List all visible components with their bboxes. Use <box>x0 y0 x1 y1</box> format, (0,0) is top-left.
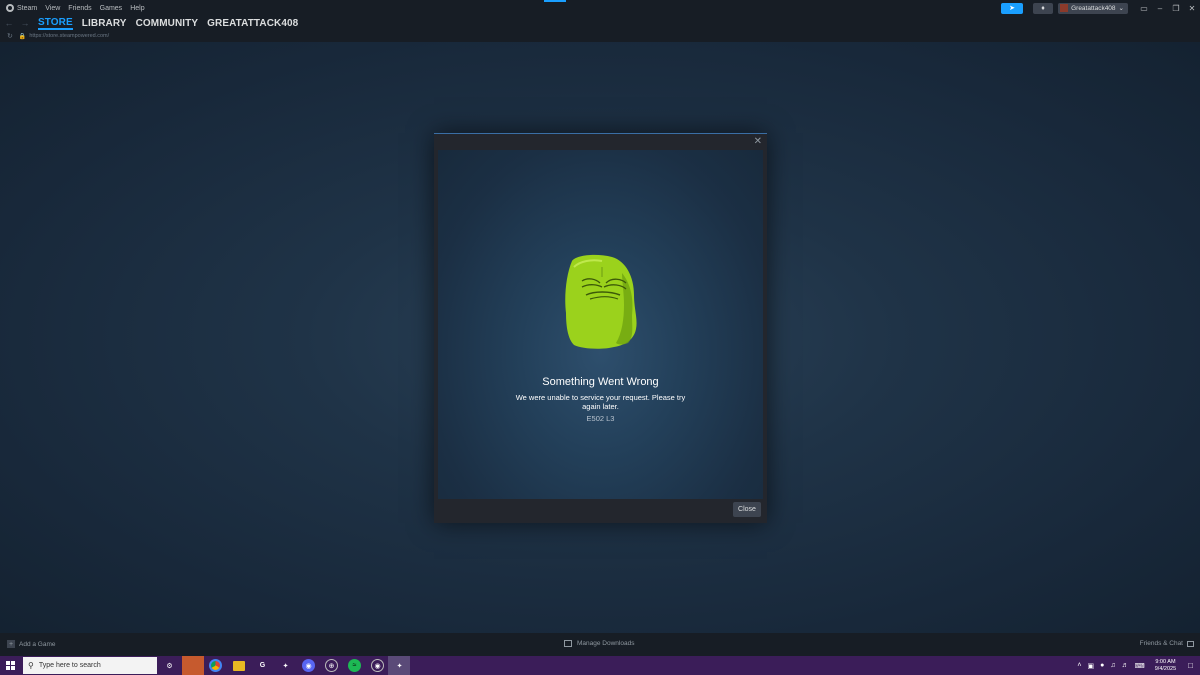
menu-friends[interactable]: Friends <box>68 5 91 12</box>
keyboard-icon[interactable]: ⌨ <box>1135 662 1145 670</box>
volume-icon[interactable]: ♬ <box>1122 662 1129 669</box>
close-window-icon[interactable]: ✕ <box>1184 4 1200 13</box>
minimize-icon[interactable]: – <box>1152 4 1168 13</box>
action-center-icon[interactable]: □ <box>1188 661 1193 670</box>
error-dialog: ✕ Something Went Wrong We were unable to… <box>434 133 767 523</box>
add-game-label: Add a Game <box>19 640 56 648</box>
tab-profile[interactable]: GREATATTACK408 <box>207 18 298 29</box>
steam-bottombar: + Add a Game Manage Downloads Friends & … <box>0 633 1200 656</box>
bell-icon: ♦ <box>1041 4 1045 12</box>
windows-start-icon[interactable] <box>6 661 15 670</box>
avatar <box>1060 4 1069 12</box>
downloads-icon <box>564 640 572 647</box>
plus-icon: + <box>7 640 15 648</box>
maximize-icon[interactable]: ❐ <box>1168 4 1184 13</box>
search-icon: ⚲ <box>28 661 34 670</box>
close-button[interactable]: Close <box>733 502 761 517</box>
friends-chat-label: Friends & Chat <box>1139 640 1183 647</box>
clock-date: 9/4/2025 <box>1154 665 1177 672</box>
sad-mascot-icon <box>565 254 637 349</box>
steam-taskbar-icon[interactable]: ✦ <box>393 659 406 672</box>
friends-chat-button[interactable]: Friends & Chat <box>1140 640 1194 647</box>
chevron-down-icon: ⌄ <box>1118 5 1124 12</box>
headset-icon[interactable]: ♫ <box>1110 662 1115 669</box>
chrome-icon[interactable] <box>209 659 222 672</box>
notifications-button[interactable]: ♦ <box>1033 2 1054 14</box>
error-code: E502 L3 <box>586 414 615 423</box>
manage-downloads-button[interactable]: Manage Downloads <box>564 640 634 647</box>
chat-icon <box>1187 640 1194 647</box>
error-title: Something Went Wrong <box>542 376 659 388</box>
file-explorer-icon[interactable] <box>233 661 245 671</box>
url-bar: ↻ 🔒 https://store.steampowered.com/ <box>0 30 1200 42</box>
network-icon[interactable]: ▣ <box>1088 662 1095 670</box>
forward-arrow-icon[interactable]: → <box>18 18 32 28</box>
manage-downloads-label: Manage Downloads <box>577 640 635 647</box>
announcements-button[interactable]: ➤ <box>1001 2 1024 14</box>
windows-taskbar: ⚲ Type here to search ⚙ G ✦ ◉ ⊕ ≈ ◉ ✦ ˄ … <box>0 656 1200 675</box>
menu-help[interactable]: Help <box>130 5 144 12</box>
steam-logo-icon <box>6 4 14 12</box>
error-dialog-body: Something Went Wrong We were unable to s… <box>438 150 763 499</box>
discord-icon[interactable]: ◉ <box>302 659 315 672</box>
error-message: We were unable to service your request. … <box>515 393 686 411</box>
system-tray: ˄ ▣ ● ♫ ♬ ⌨ 9:00 AM 9/4/2025 □ <box>1077 656 1200 675</box>
crosshair-app-icon[interactable]: ⊕ <box>325 659 338 672</box>
taskbar-clock[interactable]: 9:00 AM 9/4/2025 <box>1155 659 1176 673</box>
taskbar-search-placeholder: Type here to search <box>38 662 101 669</box>
obs-icon[interactable]: ◉ <box>371 659 384 672</box>
tab-store[interactable]: STORE <box>38 17 73 30</box>
reload-icon[interactable]: ↻ <box>7 32 13 40</box>
active-app-tile[interactable] <box>182 656 204 675</box>
menu-games[interactable]: Games <box>100 5 123 12</box>
add-game-button[interactable]: + Add a Game <box>7 640 56 648</box>
tab-community[interactable]: COMMUNITY <box>136 18 199 29</box>
chevron-up-icon[interactable]: ˄ <box>1077 662 1081 669</box>
window-controls-area: ➤ ♦ Greatattack408 ⌄ ▭ – ❐ ✕ <box>1001 2 1200 14</box>
back-arrow-icon[interactable]: ← <box>2 18 16 28</box>
microphone-icon[interactable]: ● <box>1100 662 1104 669</box>
clock-time: 9:00 AM <box>1155 658 1176 665</box>
top-accent-indicator <box>544 0 566 2</box>
menu-view[interactable]: View <box>45 5 60 12</box>
big-picture-icon[interactable]: ▭ <box>1136 4 1152 13</box>
logitech-g-icon[interactable]: G <box>256 659 269 672</box>
lock-icon: 🔒 <box>18 33 27 40</box>
megaphone-icon: ➤ <box>1009 5 1016 12</box>
taskbar-search-box[interactable]: ⚲ Type here to search <box>23 657 157 674</box>
close-icon[interactable]: ✕ <box>754 136 762 147</box>
spotify-icon[interactable]: ≈ <box>348 659 361 672</box>
tab-library[interactable]: LIBRARY <box>82 18 127 29</box>
account-menu-button[interactable]: Greatattack408 ⌄ <box>1058 2 1128 14</box>
settings-gear-icon[interactable]: ⚙ <box>163 659 176 672</box>
steam-app-icon[interactable]: ✦ <box>279 659 292 672</box>
url-text[interactable]: https://store.steampowered.com/ <box>29 33 109 39</box>
steam-navbar: ← → STORE LIBRARY COMMUNITY GREATATTACK4… <box>0 16 1200 30</box>
menu-steam[interactable]: Steam <box>17 5 37 12</box>
account-username: Greatattack408 <box>1071 4 1116 12</box>
